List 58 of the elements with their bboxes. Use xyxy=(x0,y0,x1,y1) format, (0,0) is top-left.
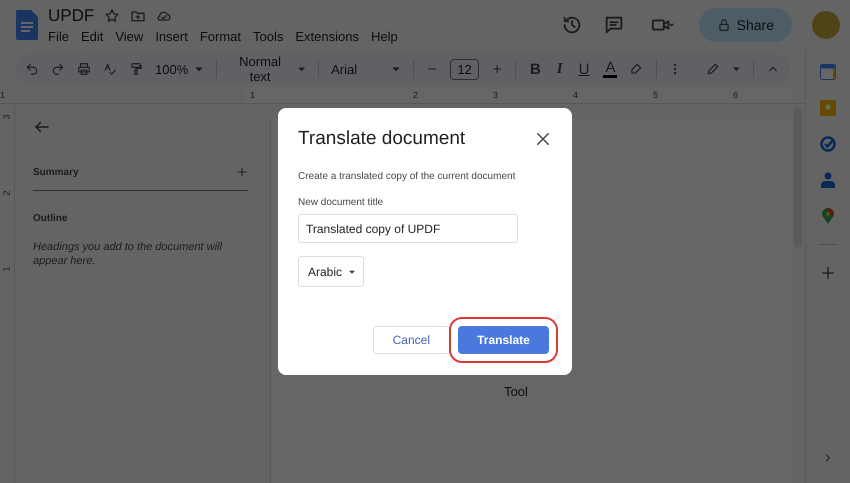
ruler-label: 2 xyxy=(413,90,418,100)
person-icon[interactable] xyxy=(821,172,835,188)
format-button[interactable]: B xyxy=(528,60,543,78)
paragraph-style-dropdown[interactable]: Normal text xyxy=(229,54,306,84)
format-button[interactable]: I xyxy=(554,60,565,78)
avatar[interactable] xyxy=(812,11,840,39)
pencil-icon[interactable] xyxy=(706,61,720,77)
format-button[interactable]: A xyxy=(603,60,618,78)
menu-item[interactable]: Format xyxy=(200,28,247,44)
ruler-label: 3 xyxy=(2,114,12,120)
menu-item[interactable]: Tools xyxy=(253,28,290,44)
format-button[interactable]: U xyxy=(576,60,592,78)
menu-item[interactable]: Edit xyxy=(80,28,110,44)
plus-icon[interactable] xyxy=(490,62,504,76)
paint-format-icon[interactable] xyxy=(129,61,144,77)
map-pin-icon[interactable] xyxy=(822,208,834,224)
calendar-icon[interactable] xyxy=(820,64,836,80)
ruler-label: 1 xyxy=(0,90,6,100)
ruler-label: 2 xyxy=(2,190,12,196)
menu-item[interactable]: Help xyxy=(370,28,404,44)
undo-icon[interactable] xyxy=(25,61,40,77)
document-icon[interactable] xyxy=(16,10,38,40)
ruler-label: 1 xyxy=(250,90,256,100)
outline-label: Outline xyxy=(33,213,68,224)
language-dropdown[interactable]: Arabic xyxy=(298,256,364,287)
spellcheck-icon[interactable] xyxy=(103,61,118,77)
summary-label: Summary xyxy=(33,166,79,178)
share-button[interactable]: Share xyxy=(698,8,792,42)
redo-icon[interactable] xyxy=(51,61,66,77)
star-icon[interactable] xyxy=(104,8,120,24)
ruler-label: 3 xyxy=(493,90,498,100)
document-title[interactable]: UPDF xyxy=(48,6,94,26)
dialog-title: Translate document xyxy=(298,128,466,150)
menu-item[interactable]: Extensions xyxy=(295,28,365,44)
field-label: New document title xyxy=(298,197,384,208)
plus-icon[interactable] xyxy=(236,166,248,178)
ruler-label: 4 xyxy=(573,90,578,100)
plus-icon[interactable] xyxy=(820,265,836,281)
dialog-description: Create a translated copy of the current document xyxy=(298,171,516,182)
print-icon[interactable] xyxy=(77,61,92,77)
close-icon[interactable] xyxy=(534,130,552,148)
ruler-label: 5 xyxy=(653,90,658,100)
menu-item[interactable]: View xyxy=(115,28,150,44)
menu-item[interactable]: File xyxy=(48,28,75,44)
menu-item[interactable]: Insert xyxy=(155,28,194,44)
ruler-label: 1 xyxy=(2,266,12,272)
translate-button[interactable]: Translate xyxy=(458,326,549,354)
ruler-label: 6 xyxy=(733,90,738,100)
zoom-dropdown[interactable]: 100% xyxy=(155,62,204,76)
cancel-button[interactable]: Cancel xyxy=(372,326,450,354)
outline-hint: Headings you add to the document will appear here. xyxy=(33,240,224,268)
document-title-field[interactable]: Translated copy of UPDF xyxy=(298,214,518,243)
document-text: Tool xyxy=(504,384,528,399)
font-dropdown[interactable]: Arial xyxy=(331,62,402,76)
caret-icon xyxy=(348,268,356,276)
font-size-field[interactable]: 12 xyxy=(450,58,479,80)
task-check-icon[interactable] xyxy=(820,136,836,152)
lock-icon xyxy=(716,18,731,32)
